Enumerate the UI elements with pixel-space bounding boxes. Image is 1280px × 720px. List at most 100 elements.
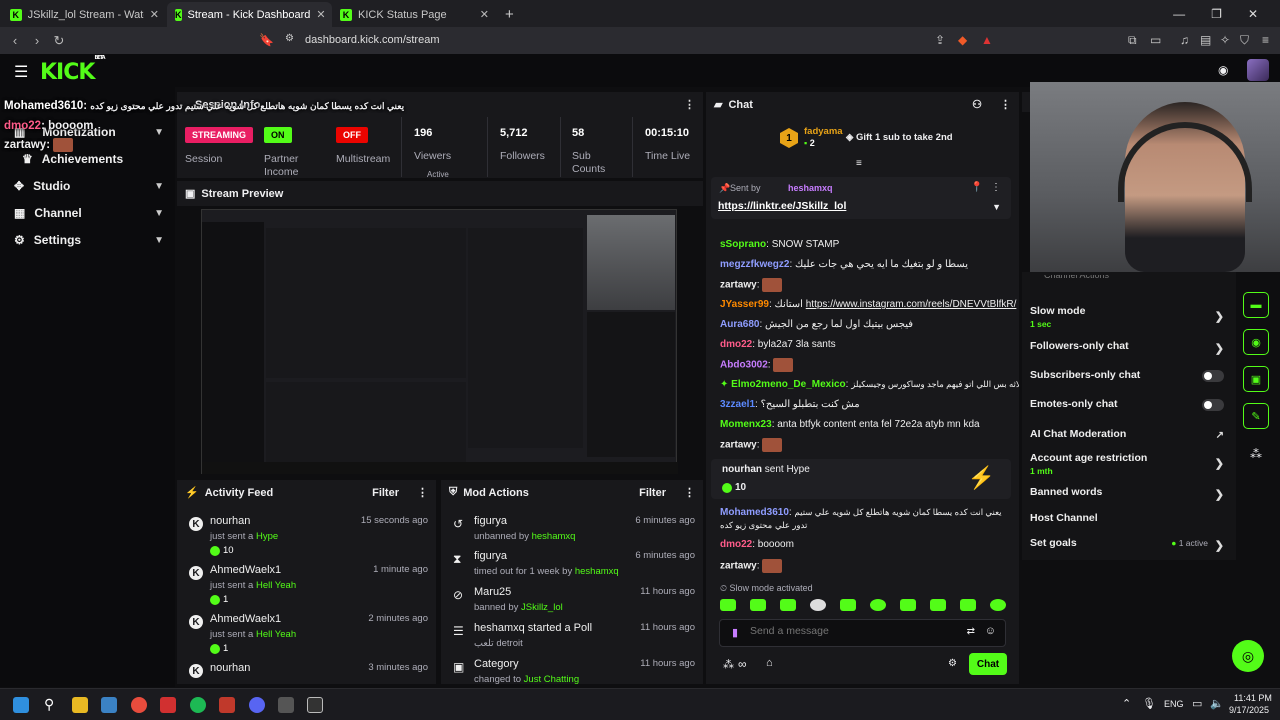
back-icon[interactable]: ‹ [4,33,26,48]
emote-icon[interactable] [960,599,976,611]
translate-icon[interactable]: ⇄ [967,626,975,637]
chat-username[interactable]: Abdo3002 [720,360,768,371]
chrome-icon[interactable] [131,697,147,713]
emote-icon[interactable] [840,599,856,611]
chat-input-box[interactable]: ▮ ⇄ ☺ [719,619,1006,647]
mod-action-user[interactable]: heshamxq started a Poll [474,622,592,634]
kick-logo[interactable]: KICKBETA [40,55,106,85]
sidebar-icon[interactable]: ▭ [1150,33,1161,47]
chat-username[interactable]: 3zzael1 [720,399,755,410]
more-options-icon[interactable]: ⋮ [417,486,428,499]
chat-username[interactable]: Elmo2meno_De_Mexico [731,379,846,390]
leader-name[interactable]: fadyama [804,126,843,137]
chat-username[interactable]: megzzfkwegz2 [720,259,789,270]
extensions-icon[interactable]: ⧉ [1128,33,1137,48]
brave-shield-icon[interactable]: ◆ [958,33,967,47]
share-icon[interactable]: ⇪ [935,33,945,47]
more-options-icon[interactable]: ⋮ [1000,98,1011,111]
user-settings-icon[interactable]: ⚇ [972,98,982,111]
brave-icon[interactable] [278,697,294,713]
network-icon[interactable]: ▭ [1192,697,1202,710]
mod-action-user[interactable]: figurya [474,550,507,562]
chat-username[interactable]: sSoprano [720,239,766,250]
more-options-icon[interactable]: ⋮ [684,486,695,499]
emote-icon[interactable] [930,599,946,611]
pinned-user[interactable]: heshamxq [788,183,833,193]
reload-icon[interactable]: ↻ [48,33,70,49]
avatar[interactable] [1247,59,1269,81]
chat-input[interactable] [750,625,940,637]
wrench-rail-button[interactable]: ✎ [1243,403,1269,429]
chat-username[interactable]: JYasser99 [720,299,769,310]
forward-icon[interactable]: › [26,33,48,48]
mod-highlight[interactable]: heshamxq [532,531,576,542]
subscribers-only-setting[interactable]: Subscribers-only chat [1030,369,1224,382]
mod-filter-button[interactable]: Filter [639,487,666,499]
mod-highlight[interactable]: JSkillz_lol [521,602,563,613]
chat-username[interactable]: Mohamed3610 [720,507,789,518]
clock-time[interactable]: 11:41 PM [1234,693,1272,703]
hype-user[interactable]: nourhan [722,464,762,475]
ai-moderation-setting[interactable]: AI Chat Moderation ↗ [1030,428,1224,441]
notifications-icon[interactable]: ◉ [1218,63,1228,77]
emote-icon[interactable] [720,599,736,611]
emote-icon[interactable] [870,599,886,611]
chat-username[interactable]: zartawy [720,440,757,451]
pin-action-icon[interactable]: 📍 [971,182,983,193]
mod-action-user[interactable]: figurya [474,515,507,527]
store-icon[interactable]: ⌂ [766,657,773,669]
emote-icon[interactable] [750,599,766,611]
more-apps-icon[interactable]: ⁂ [1250,447,1262,461]
chat-link[interactable]: https://www.instagram.com/reels/DNEVVtBl… [806,299,1017,310]
browser-tab[interactable]: K KICK Status Page ✕ [332,2,497,27]
maximize-icon[interactable]: ❐ [1211,7,1222,21]
app-icon[interactable] [219,697,235,713]
site-info-icon[interactable]: ⚙ [285,33,294,44]
chat-rail-button[interactable]: ▬ [1243,292,1269,318]
chat-settings-icon[interactable]: ⚙ [948,658,957,669]
broadcast-rail-button[interactable]: ◉ [1243,329,1269,355]
leo-icon[interactable]: ✧ [1220,33,1230,47]
activity-user[interactable]: nourhan [210,662,250,674]
close-tab-icon[interactable]: ✕ [150,8,159,21]
set-goals-setting[interactable]: Set goals ● 1 active ❯ [1030,537,1224,552]
activity-filter-button[interactable]: Filter [372,487,399,499]
activity-user[interactable]: AhmedWaelx1 [210,613,281,625]
hamburger-menu-icon[interactable]: ☰ [14,62,28,82]
media-icon[interactable]: ♫ [1180,33,1189,47]
obs-icon[interactable] [307,697,323,713]
sidebar-item-studio[interactable]: ✥ Studio ▼ [14,179,164,193]
chat-username[interactable]: dmo22 [720,539,752,550]
search-icon[interactable]: ⚲ [44,696,54,713]
language-indicator[interactable]: ENG [1164,699,1184,709]
menu-icon[interactable]: ≡ [1262,33,1269,47]
emote-icon[interactable] [810,599,826,611]
more-options-icon[interactable]: ⋮ [991,182,1001,193]
bookmark-icon[interactable]: 🔖 [259,33,274,47]
discord-icon[interactable] [249,697,265,713]
close-window-icon[interactable]: ✕ [1248,7,1258,21]
emote-icon[interactable] [780,599,796,611]
sidebar-item-channel[interactable]: ▦ Channel ▼ [14,206,164,220]
windows-start-icon[interactable] [13,697,29,713]
emoji-icon[interactable]: ☺ [985,625,996,637]
chat-username[interactable]: dmo22 [720,339,752,350]
sidebar-item-settings[interactable]: ⚙ Settings ▼ [14,233,164,247]
chevron-down-icon[interactable]: ▼ [992,202,1001,212]
clock-date[interactable]: 9/17/2025 [1229,705,1269,715]
volume-icon[interactable]: 🔈 [1210,697,1224,710]
close-tab-icon[interactable]: ✕ [316,8,325,21]
browser-tab-active[interactable]: K Stream - Kick Dashboard ✕ [167,2,332,27]
emote-icon[interactable] [900,599,916,611]
activity-user[interactable]: nourhan [210,515,250,527]
mod-action-user[interactable]: Category [474,658,519,670]
slow-mode-setting[interactable]: Slow mode 1 sec ❯ [1030,305,1224,329]
emotes-only-toggle[interactable] [1202,399,1224,411]
new-tab-button[interactable]: + [497,2,522,27]
pinned-link[interactable]: https://linktr.ee/JSkillz_lol [718,200,846,212]
video-rail-button[interactable]: ▣ [1243,366,1269,392]
browser-tab[interactable]: K JSkillz_lol Stream - Watch Live on Kic… [2,2,167,27]
mod-highlight[interactable]: Just Chatting [524,674,579,684]
chat-username[interactable]: Aura680 [720,319,759,330]
followers-only-setting[interactable]: Followers-only chat ❯ [1030,340,1224,355]
